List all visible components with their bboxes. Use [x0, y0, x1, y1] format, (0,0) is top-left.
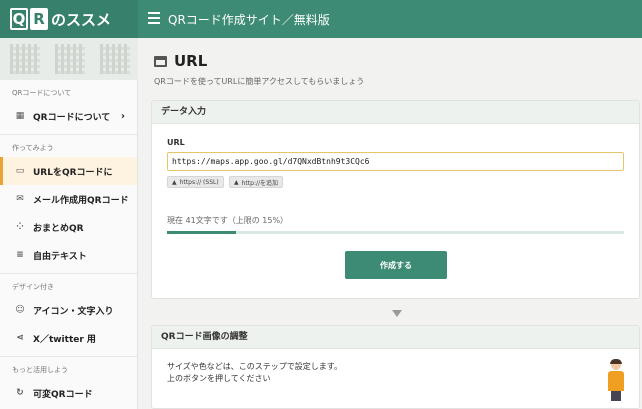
card-header: QRコード画像の調整 — [152, 326, 639, 349]
logo[interactable]: Q R のススメ — [0, 0, 138, 38]
main-content: URL QRコードを使ってURLに簡単アクセスしてもらいましょう データ入力 U… — [140, 38, 642, 409]
sidebar-item-icon-text[interactable]: ☺ アイコン・文字入り — [0, 296, 137, 324]
sidebar-banner — [0, 38, 138, 80]
refresh-icon: ↻ — [16, 388, 24, 398]
sidebar-section-make: 作ってみよう — [12, 144, 54, 152]
sidebar: QRコードについて ▦ QRコードについて › 作ってみよう ▭ URLをQRコ… — [0, 38, 138, 409]
https-button-label: https:// (SSL) — [179, 178, 219, 186]
sidebar-section-about: QRコードについて — [12, 89, 72, 97]
sidebar-item-label: アイコン・文字入り — [33, 306, 114, 317]
sidebar-section-more: もっと活用しよう — [12, 366, 68, 374]
url-field-label: URL — [167, 138, 185, 147]
sidebar-item-label: X／twitter 用 — [33, 334, 96, 345]
chevron-right-icon: › — [120, 110, 125, 122]
sidebar-item-twitter[interactable]: ⋖ X／twitter 用 — [0, 324, 137, 352]
grid-icon: ▦ — [15, 111, 25, 121]
char-progress-bar — [167, 231, 624, 234]
page-subtitle: QRコードを使ってURLに簡単アクセスしてもらいましょう — [154, 77, 365, 86]
top-bar: Q R のススメ QRコード作成サイト／無料版 — [0, 0, 642, 38]
window-icon — [154, 55, 167, 67]
https-button[interactable]: ▲ https:// (SSL) — [167, 176, 224, 188]
adjust-card-body: サイズや色などは、このステップで設定します。 上のボタンを押してください — [152, 349, 639, 397]
sidebar-item-dynamic[interactable]: ↻ 可変QRコード — [0, 379, 137, 407]
sidebar-item-bundle[interactable]: ⁘ おまとめQR — [0, 213, 137, 241]
divider — [0, 356, 137, 357]
sidebar-section-design: デザイン付き — [12, 283, 54, 291]
page-heading: URL — [154, 52, 207, 70]
arrow-up-icon: ▲ — [234, 178, 239, 186]
arrow-up-icon: ▲ — [172, 178, 177, 186]
card-header: データ入力 — [152, 101, 639, 124]
char-count: 現在 41文字です（上限の 15%） — [167, 216, 289, 225]
sidebar-item-url[interactable]: ▭ URLをQRコードに — [0, 157, 137, 185]
sidebar-item-label: メール作成用QRコード — [33, 195, 129, 206]
logo-r-mark: R — [30, 8, 48, 30]
sidebar-item-label: QRコードについて — [33, 112, 111, 123]
qr-adjust-card: QRコード画像の調整 サイズや色などは、このステップで設定します。 上のボタンを… — [151, 325, 640, 409]
logo-q-mark: Q — [10, 8, 28, 30]
adjust-text-line: 上のボタンを押してください — [167, 374, 271, 383]
sidebar-item-mail[interactable]: ✉ メール作成用QRコード — [0, 185, 137, 213]
sidebar-item-label: 自由テキスト — [33, 251, 87, 262]
sidebar-item-about-qr[interactable]: ▦ QRコードについて › — [0, 102, 137, 130]
sidebar-item-label: おまとめQR — [33, 223, 84, 234]
sidebar-item-text[interactable]: ≡ 自由テキスト — [0, 241, 137, 269]
divider — [0, 134, 137, 135]
data-input-card: データ入力 URL ▲ https:// (SSL) ▲ http://を追加 … — [151, 100, 640, 299]
sidebar-item-label: URLをQRコードに — [33, 167, 113, 178]
http-button-label: http://を追加 — [241, 179, 279, 187]
smile-icon: ☺ — [15, 305, 25, 315]
share-icon: ⋖ — [16, 333, 24, 343]
mail-icon: ✉ — [16, 194, 24, 204]
guide-person-illustration — [607, 359, 625, 406]
site-title: QRコード作成サイト／無料版 — [168, 13, 330, 27]
step-down-arrow-icon — [392, 310, 402, 317]
create-button[interactable]: 作成する — [345, 251, 447, 279]
url-input[interactable] — [167, 152, 624, 171]
sidebar-item-label: 可変QRコード — [33, 389, 93, 400]
divider — [0, 273, 137, 274]
hamburger-menu-icon[interactable] — [148, 12, 160, 26]
http-button[interactable]: ▲ http://を追加 — [229, 176, 284, 188]
adjust-text-line: サイズや色などは、このステップで設定します。 — [167, 362, 342, 371]
lines-icon: ≡ — [16, 250, 24, 260]
window-icon: ▭ — [15, 166, 25, 176]
logo-text: のススメ — [51, 11, 112, 29]
page-title: URL — [174, 52, 208, 70]
nodes-icon: ⁘ — [16, 222, 24, 232]
char-progress-fill — [167, 231, 236, 234]
